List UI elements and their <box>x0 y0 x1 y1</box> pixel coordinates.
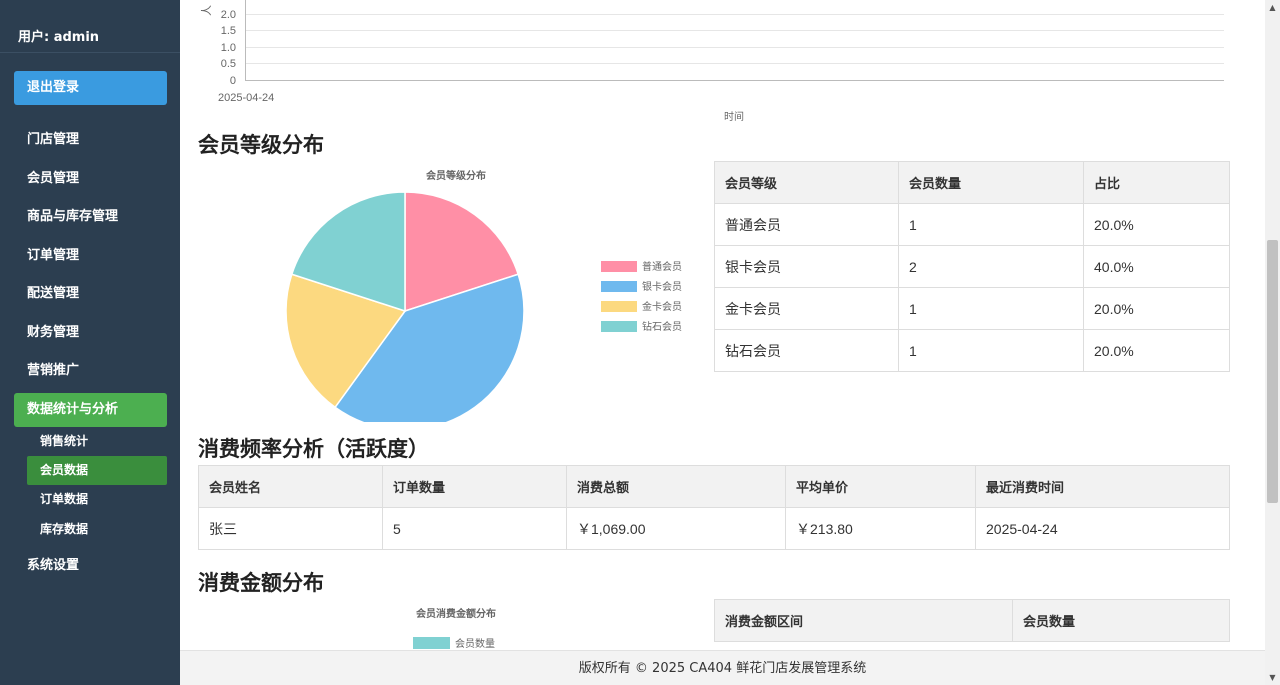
amount-chart-title: 会员消费金额分布 <box>416 607 496 620</box>
vertical-scrollbar[interactable]: ▲ ▼ <box>1265 0 1280 685</box>
col-header-range: 消费金额区间 <box>714 599 1013 642</box>
cell-total: ￥1,069.00 <box>566 507 786 550</box>
sidebar-divider <box>0 52 180 53</box>
cell-level: 金卡会员 <box>714 287 899 330</box>
cell-last-time: 2025-04-24 <box>975 507 1230 550</box>
cell-count: 1 <box>898 329 1084 372</box>
sidebar: 用户: admin 退出登录 门店管理 会员管理 商品与库存管理 订单管理 配送… <box>0 0 180 685</box>
table-header-row: 会员姓名 订单数量 消费总额 平均单价 最近消费时间 <box>198 465 1230 508</box>
cell-level: 钻石会员 <box>714 329 899 372</box>
table-row: 钻石会员 1 20.0% <box>714 329 1230 372</box>
member-level-table: 会员等级 会员数量 占比 普通会员 1 20.0% 银卡会员 2 40.0% 金… <box>714 161 1230 372</box>
cell-level: 银卡会员 <box>714 245 899 288</box>
cell-ratio: 40.0% <box>1083 245 1230 288</box>
cell-count: 1 <box>898 287 1084 330</box>
sidebar-subitem-sales-stats[interactable]: 销售统计 <box>27 427 167 456</box>
table-row: 普通会员 1 20.0% <box>714 203 1230 246</box>
col-header-count: 会员数量 <box>1012 599 1230 642</box>
sidebar-item-marketing[interactable]: 营销推广 <box>14 354 167 388</box>
amount-title: 消费金额分布 <box>198 571 324 595</box>
member-level-pie-chart: 会员等级分布 普通会员银卡会员金卡会员钻石会员 <box>285 169 682 422</box>
sidebar-item-orders[interactable]: 订单管理 <box>14 239 167 273</box>
main-content: 人 2.0 1.5 1.0 0.5 0 2025-04-24 时间 会员等级分布… <box>180 0 1265 685</box>
sidebar-item-members[interactable]: 会员管理 <box>14 162 167 196</box>
legend-swatch <box>601 321 637 332</box>
sidebar-subitem-inventory-data[interactable]: 库存数据 <box>27 515 167 544</box>
table-header-row: 消费金额区间 会员数量 <box>714 599 1230 642</box>
y-tick-label: 0 <box>230 75 236 87</box>
scrollbar-thumb[interactable] <box>1267 240 1278 503</box>
member-level-title: 会员等级分布 <box>198 133 324 157</box>
amount-distribution-chart: 会员消费金额分布 会员数量 <box>413 607 496 650</box>
cell-count: 2 <box>898 245 1084 288</box>
legend-label: 钻石会员 <box>642 320 682 333</box>
col-header-count: 会员数量 <box>898 161 1084 204</box>
legend-label: 金卡会员 <box>642 300 682 313</box>
legend-swatch <box>413 637 450 649</box>
legend-swatch <box>601 281 637 292</box>
cell-count: 1 <box>898 203 1084 246</box>
table-row: 张三 5 ￥1,069.00 ￥213.80 2025-04-24 <box>198 507 1230 550</box>
y-axis-label: 人 <box>200 5 213 16</box>
footer: 版权所有 © 2025 CA404 鲜花门店发展管理系统 <box>180 650 1265 685</box>
y-tick-label: 1.5 <box>221 25 236 37</box>
cell-avg: ￥213.80 <box>785 507 976 550</box>
cell-level: 普通会员 <box>714 203 899 246</box>
cell-ratio: 20.0% <box>1083 287 1230 330</box>
cell-name: 张三 <box>198 507 383 550</box>
legend-label: 普通会员 <box>642 260 682 273</box>
amount-table: 消费金额区间 会员数量 <box>714 599 1230 642</box>
user-label: 用户: admin <box>18 30 100 45</box>
cell-ratio: 20.0% <box>1083 329 1230 372</box>
table-row: 银卡会员 2 40.0% <box>714 245 1230 288</box>
sidebar-item-stores[interactable]: 门店管理 <box>14 123 167 157</box>
sidebar-subitem-member-data[interactable]: 会员数据 <box>27 456 167 485</box>
sidebar-item-products-inventory[interactable]: 商品与库存管理 <box>14 200 167 234</box>
col-header-level: 会员等级 <box>714 161 899 204</box>
sidebar-subitem-order-data[interactable]: 订单数据 <box>27 485 167 514</box>
sidebar-item-delivery[interactable]: 配送管理 <box>14 277 167 311</box>
table-row: 金卡会员 1 20.0% <box>714 287 1230 330</box>
col-header-last-time: 最近消费时间 <box>975 465 1230 508</box>
logout-button[interactable]: 退出登录 <box>14 71 167 105</box>
y-tick-label: 2.0 <box>221 9 236 21</box>
cell-ratio: 20.0% <box>1083 203 1230 246</box>
sidebar-item-analytics[interactable]: 数据统计与分析 <box>14 393 167 427</box>
scroll-up-arrow-icon[interactable]: ▲ <box>1265 0 1280 15</box>
col-header-name: 会员姓名 <box>198 465 383 508</box>
scroll-down-arrow-icon[interactable]: ▼ <box>1265 670 1280 685</box>
table-header-row: 会员等级 会员数量 占比 <box>714 161 1230 204</box>
col-header-orders: 订单数量 <box>382 465 567 508</box>
frequency-table: 会员姓名 订单数量 消费总额 平均单价 最近消费时间 张三 5 ￥1,069.0… <box>198 465 1230 550</box>
y-tick-label: 0.5 <box>221 58 236 70</box>
sidebar-item-settings[interactable]: 系统设置 <box>14 549 167 583</box>
member-trend-chart: 人 2.0 1.5 1.0 0.5 0 2025-04-24 时间 <box>200 0 1224 123</box>
pie-chart-title: 会员等级分布 <box>426 169 486 182</box>
col-header-ratio: 占比 <box>1083 161 1230 204</box>
legend-swatch <box>601 261 637 272</box>
frequency-title: 消费频率分析（活跃度） <box>198 437 429 461</box>
col-header-total: 消费总额 <box>566 465 786 508</box>
sidebar-item-finance[interactable]: 财务管理 <box>14 316 167 350</box>
x-tick-label: 2025-04-24 <box>218 92 274 104</box>
col-header-avg: 平均单价 <box>785 465 976 508</box>
legend-swatch <box>601 301 637 312</box>
y-tick-label: 1.0 <box>221 42 236 54</box>
x-axis-label: 时间 <box>724 110 744 123</box>
legend-label: 会员数量 <box>455 637 495 650</box>
cell-orders: 5 <box>382 507 567 550</box>
legend-label: 银卡会员 <box>642 280 682 293</box>
